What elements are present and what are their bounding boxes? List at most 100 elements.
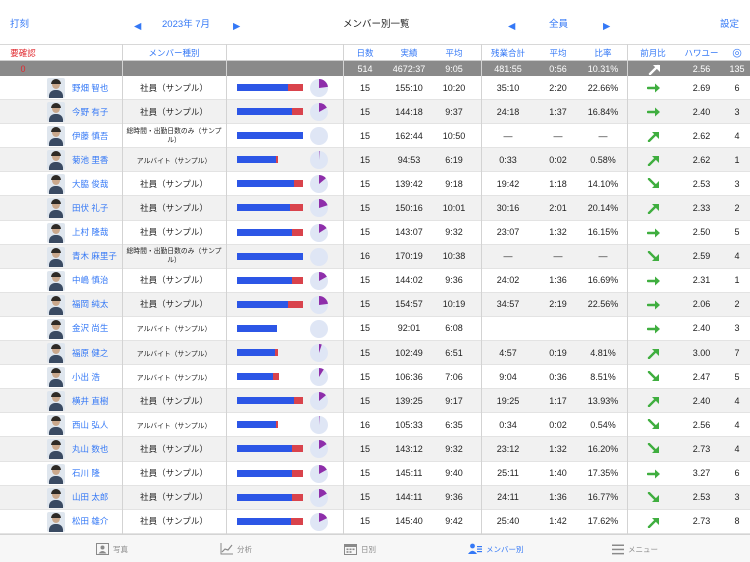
avatar	[47, 391, 65, 412]
trend-right-icon	[646, 299, 661, 311]
member-row[interactable]: 中嶋 慎治 社員（サンプル） 15 144:02 9:36 24:02 1:36 16.69%…	[0, 269, 750, 293]
cell-actual: 144:11	[395, 492, 423, 503]
member-name[interactable]: 田伏 礼子	[72, 196, 122, 219]
cell-actual: 106:36	[395, 371, 423, 382]
member-row[interactable]: 福原 健之 アルバイト（サンプル） 15 102:49 6:51 4:57 0:19 4.81…	[0, 341, 750, 366]
cell-days: 15	[359, 299, 370, 310]
cell-ot-total: 25:40	[496, 516, 520, 527]
members-icon	[468, 543, 482, 554]
member-name[interactable]: 西山 弘人	[72, 413, 122, 436]
punch-button[interactable]: 打刻	[10, 19, 29, 31]
avatar	[47, 511, 65, 532]
member-name[interactable]: 福原 健之	[72, 341, 122, 364]
member-row[interactable]: 横井 直樹 社員（サンプル） 15 139:25 9:17 19:25 1:17 13.93%…	[0, 389, 750, 414]
month-label[interactable]: 2023年 7月	[162, 19, 210, 31]
overtime-pie	[310, 103, 328, 122]
regular-hours-bar	[237, 397, 294, 405]
next-month-button[interactable]: ▶	[233, 21, 240, 33]
col-overtime-avg[interactable]: 平均	[535, 45, 581, 60]
member-name[interactable]: 松田 雄介	[72, 510, 122, 533]
prev-month-button[interactable]: ◀	[134, 21, 141, 33]
regular-hours-bar	[237, 252, 303, 260]
member-row[interactable]: 松田 雄介 社員（サンプル） 15 145:40 9:42 25:40 1:42 17.62%…	[0, 510, 750, 534]
member-name[interactable]: 青木 麻里子	[72, 245, 122, 268]
member-name[interactable]: 中嶋 慎治	[72, 269, 122, 292]
col-member-type[interactable]: メンバー種別	[122, 45, 226, 60]
regular-hours-bar	[237, 324, 277, 332]
col-confirm[interactable]: 要確認	[0, 45, 46, 60]
col-power[interactable]: ハワユー	[679, 45, 724, 60]
member-row[interactable]: 菊池 里香 アルバイト（サンプル） 15 94:53 6:19 0:33 0:02 0.58%…	[0, 148, 750, 173]
avatar-hair	[51, 175, 61, 181]
tab-members[interactable]: メンバー別	[468, 535, 524, 562]
divider	[226, 44, 227, 534]
settings-button[interactable]: 設定	[720, 19, 739, 31]
member-name[interactable]: 山田 太郎	[72, 486, 122, 509]
member-row[interactable]: 小出 浩 アルバイト（サンプル） 15 106:36 7:06 9:04 0:36 8.51%…	[0, 365, 750, 390]
col-avg[interactable]: 平均	[431, 45, 477, 60]
member-name[interactable]: 小出 浩	[72, 365, 122, 388]
member-name[interactable]: 金沢 尚生	[72, 317, 122, 340]
cell-days: 15	[359, 154, 370, 165]
cell-avg: 9:36	[445, 275, 463, 286]
regular-hours-bar	[237, 180, 294, 188]
member-row[interactable]: 野畑 智也 社員（サンプル） 15 155:10 10:20 35:10 2:20 22.66…	[0, 76, 750, 101]
member-name[interactable]: 今野 有子	[72, 100, 122, 123]
member-name[interactable]: 石川 隆	[72, 462, 122, 485]
avatar-body	[49, 306, 63, 315]
overtime-pie	[310, 488, 328, 507]
member-name[interactable]: 大脇 俊哉	[72, 172, 122, 195]
next-filter-button[interactable]: ▶	[603, 21, 610, 33]
col-month-over-month[interactable]: 前月比	[627, 45, 679, 60]
member-name[interactable]: 丸山 数也	[72, 437, 122, 460]
member-row[interactable]: 金沢 尚生 アルバイト（サンプル） 15 92:01 6:08 2.40 3	[0, 317, 750, 342]
member-row[interactable]: 今野 有子 社員（サンプル） 15 144:18 9:37 24:18 1:37 16.84%…	[0, 100, 750, 125]
cell-ot-avg: ―	[553, 130, 563, 141]
member-row[interactable]: 福岡 純太 社員（サンプル） 15 154:57 10:19 34:57 2:19 22.56…	[0, 292, 750, 317]
cell-ratio: 16.69%	[587, 275, 619, 286]
member-name[interactable]: 伊藤 慎吾	[72, 124, 122, 147]
member-row[interactable]: 上村 隆哉 社員（サンプル） 15 143:07 9:32 23:07 1:32 16.15%…	[0, 221, 750, 245]
cell-power: 2.06	[692, 299, 711, 310]
cell-ot-avg: 1:36	[549, 275, 567, 286]
member-name[interactable]: 野畑 智也	[72, 76, 122, 99]
col-days[interactable]: 日数	[343, 45, 387, 60]
cell-ratio: 4.81%	[590, 347, 616, 358]
member-row[interactable]: 田伏 礼子 社員（サンプル） 15 150:16 10:01 30:16 2:01 20.14…	[0, 196, 750, 221]
member-type: 社員（サンプル）	[140, 468, 208, 479]
member-name[interactable]: 菊池 里香	[72, 148, 122, 171]
tab-photo[interactable]: 写真	[96, 535, 128, 562]
member-row[interactable]: 青木 麻里子 総時間・出勤日数のみ（サンプル） 16 170:19 10:38 ― ― ― 2.…	[0, 244, 750, 269]
tab-analysis[interactable]: 分析	[220, 535, 252, 562]
cell-ot-total: 25:11	[497, 468, 519, 479]
member-row[interactable]: 大脇 俊哉 社員（サンプル） 15 139:42 9:18 19:42 1:18 14.10%…	[0, 172, 750, 197]
trend-down-icon	[647, 250, 661, 263]
member-row[interactable]: 伊藤 慎吾 総時間・出勤日数のみ（サンプル） 15 162:44 10:50 ― ― ― 2.6…	[0, 124, 750, 149]
col-target-icon[interactable]: ◎	[724, 45, 750, 60]
filter-label[interactable]: 全員	[549, 19, 568, 31]
col-ratio[interactable]: 比率	[581, 45, 625, 60]
overtime-hours-bar	[292, 493, 303, 501]
member-row[interactable]: 山田 太郎 社員（サンプル） 15 144:11 9:36 24:11 1:36 16.77%…	[0, 485, 750, 510]
member-row[interactable]: 丸山 数也 社員（サンプル） 15 143:12 9:32 23:12 1:32 16.20%…	[0, 437, 750, 462]
avatar-body	[49, 90, 63, 98]
tab-daily[interactable]: 日別	[344, 535, 376, 562]
regular-hours-bar	[237, 84, 288, 91]
cell-avg: 6:35	[445, 419, 463, 430]
cell-power: 2.62	[692, 130, 711, 141]
prev-filter-button[interactable]: ◀	[508, 21, 515, 33]
tab-label: 写真	[113, 544, 128, 554]
col-overtime-total[interactable]: 残業合計	[481, 45, 535, 60]
member-type: 総時間・出勤日数のみ（サンプル）	[126, 248, 222, 265]
col-actual[interactable]: 実績	[387, 45, 431, 60]
member-row[interactable]: 西山 弘人 アルバイト（サンプル） 16 105:33 6:35 0:34 0:02 0.54…	[0, 413, 750, 438]
avatar-hair	[51, 151, 61, 157]
tab-menu[interactable]: メニュー	[612, 535, 658, 562]
member-row[interactable]: 石川 隆 社員（サンプル） 15 145:11 9:40 25:11 1:40 17.35% 3…	[0, 462, 750, 486]
cell-ot-avg: 2:19	[549, 299, 567, 310]
cell-ratio	[581, 317, 625, 340]
page-title: メンバー別一覧	[343, 19, 410, 30]
member-name[interactable]: 上村 隆哉	[72, 221, 122, 244]
member-name[interactable]: 横井 直樹	[72, 389, 122, 412]
member-name[interactable]: 福岡 純太	[72, 293, 122, 316]
